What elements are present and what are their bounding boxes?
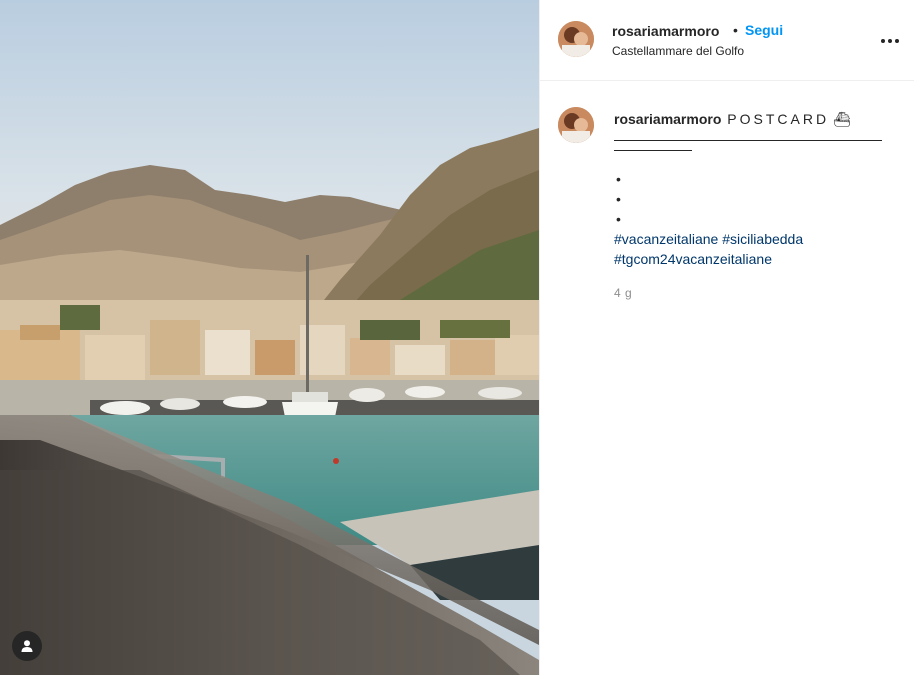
harbor-photo — [0, 0, 539, 675]
caption-bullet: • — [616, 171, 621, 187]
caption-divider-line — [614, 129, 894, 149]
caption-bullet: • — [616, 211, 621, 227]
hashtag-link[interactable]: #tgcom24vacanzeitaliane — [614, 251, 772, 267]
post-timestamp[interactable]: 4 g — [614, 286, 632, 300]
separator-dot: • — [733, 22, 738, 38]
user-icon — [20, 639, 34, 653]
author-username[interactable]: rosariamarmoro — [612, 23, 719, 39]
author-avatar[interactable] — [558, 21, 594, 57]
caption-bullet: • — [616, 191, 621, 207]
caption-text: rosariamarmoro POSTCARD ⛴ • • • #vacanze… — [614, 109, 894, 269]
caption-title: POSTCARD — [727, 111, 830, 127]
ship-emoji-icon: ⛴ — [832, 111, 851, 127]
caption-divider-line-2 — [614, 149, 894, 169]
user-tag-button[interactable] — [12, 631, 42, 661]
follow-button[interactable]: Segui — [745, 22, 783, 38]
hashtag-link[interactable]: #siciliabedda — [722, 231, 803, 247]
post-photo[interactable] — [0, 0, 539, 675]
post-header: rosariamarmoro • Segui Castellammare del… — [540, 0, 914, 81]
more-horizontal-icon — [881, 39, 899, 43]
caption-username[interactable]: rosariamarmoro — [614, 111, 721, 127]
caption-author-avatar[interactable] — [558, 107, 594, 143]
more-options-button[interactable] — [878, 31, 902, 51]
hashtag-link[interactable]: #vacanzeitaliane — [614, 231, 718, 247]
post-location[interactable]: Castellammare del Golfo — [612, 44, 744, 58]
post-side-panel: rosariamarmoro • Segui Castellammare del… — [539, 0, 914, 675]
